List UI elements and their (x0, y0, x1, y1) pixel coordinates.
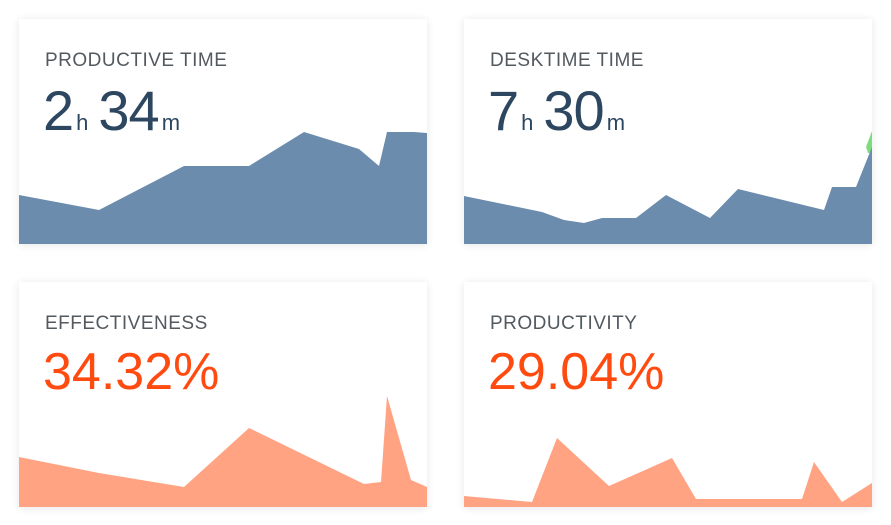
productive-time-hours: 2 (43, 79, 74, 142)
productive-time-card[interactable]: PRODUCTIVE TIME 2 h 34 m (19, 19, 427, 244)
productive-time-minutes-unit: m (161, 110, 181, 135)
desktime-time-hours-unit: h (521, 110, 534, 135)
productive-time-area (19, 132, 427, 244)
desktime-time-card[interactable]: DESKTIME TIME 7 h 30 m (464, 19, 872, 244)
productivity-value: 29.04% (488, 343, 665, 401)
productive-time-hours-unit: h (76, 110, 89, 135)
effectiveness-title: EFFECTIVENESS (45, 313, 208, 334)
productivity-card[interactable]: PRODUCTIVITY 29.04% (464, 282, 872, 507)
desktime-time-hours: 7 (488, 79, 519, 142)
productivity-area (464, 438, 872, 507)
desktime-time-minutes-unit: m (606, 110, 626, 135)
desktime-time-area (464, 147, 872, 244)
productive-time-title: PRODUCTIVE TIME (45, 50, 228, 71)
productivity-title: PRODUCTIVITY (490, 313, 638, 334)
desktime-time-title: DESKTIME TIME (490, 50, 644, 71)
effectiveness-card[interactable]: EFFECTIVENESS 34.32% (19, 282, 427, 507)
productive-time-value: 2 h 34 m (43, 83, 190, 139)
desktime-time-value: 7 h 30 m (488, 83, 635, 139)
productive-time-minutes: 34 (98, 79, 159, 142)
desktime-time-minutes: 30 (543, 79, 604, 142)
effectiveness-area (19, 396, 427, 507)
effectiveness-value: 34.32% (43, 343, 220, 401)
